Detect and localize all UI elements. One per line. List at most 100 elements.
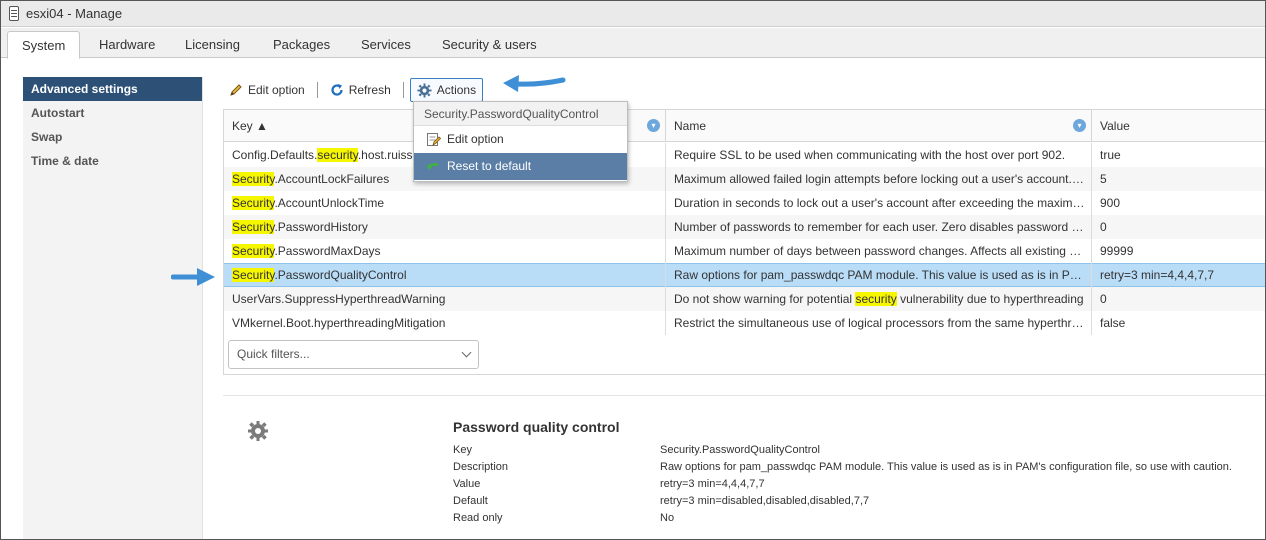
search-highlight: Security bbox=[232, 196, 275, 210]
key-cell: Security.AccountUnlockTime bbox=[224, 191, 666, 215]
name-cell: Number of passwords to remember for each… bbox=[666, 215, 1092, 239]
sidebar-item-swap[interactable]: Swap bbox=[23, 125, 202, 149]
menu-item-edit-option[interactable]: Edit option bbox=[414, 126, 627, 153]
table-row[interactable]: Security.AccountUnlockTime Duration in s… bbox=[224, 191, 1265, 215]
name-text: Require SSL to be used when communicatin… bbox=[674, 148, 1066, 162]
quick-filters-label: Quick filters... bbox=[237, 347, 310, 361]
detail-value: No bbox=[660, 512, 675, 524]
key-text: .AccountLockFailures bbox=[274, 172, 390, 186]
sidebar-item-advanced-settings[interactable]: Advanced settings bbox=[23, 77, 202, 101]
table-row[interactable]: Security.AccountLockFailures Maximum all… bbox=[224, 167, 1265, 191]
table-row-selected[interactable]: Security.PasswordQualityControl Raw opti… bbox=[224, 263, 1265, 287]
filter-icon[interactable]: ▾ bbox=[1073, 119, 1086, 132]
tab-licensing[interactable]: Licensing bbox=[171, 31, 254, 58]
table-row[interactable]: Config.Defaults.security.host.ruissl Req… bbox=[224, 143, 1265, 167]
name-text: Do not show warning for potential bbox=[674, 292, 856, 306]
column-header-value[interactable]: Value bbox=[1092, 110, 1265, 142]
edit-option-label: Edit option bbox=[248, 83, 305, 97]
detail-value: retry=3 min=4,4,4,7,7 bbox=[660, 478, 765, 490]
menu-item-reset-to-default[interactable]: Reset to default bbox=[414, 153, 627, 180]
name-text: Raw options for pam_passwdqc PAM module.… bbox=[674, 268, 1082, 282]
value-cell: 5 bbox=[1100, 172, 1107, 186]
detail-label: Read only bbox=[453, 512, 503, 524]
name-text: Duration in seconds to lock out a user's… bbox=[674, 196, 1085, 210]
value-cell: 99999 bbox=[1100, 244, 1134, 258]
table-row[interactable]: Security.PasswordHistory Number of passw… bbox=[224, 215, 1265, 239]
name-cell: Raw options for pam_passwdqc PAM module.… bbox=[666, 263, 1092, 287]
value-cell: 0 bbox=[1100, 220, 1107, 234]
name-cell: Restrict the simultaneous use of logical… bbox=[666, 311, 1092, 335]
table-row[interactable]: VMkernel.Boot.hyperthreadingMitigation R… bbox=[224, 311, 1265, 335]
key-text: UserVars.SuppressHyperthreadWarning bbox=[232, 292, 446, 306]
value-cell: 900 bbox=[1100, 196, 1121, 210]
key-cell: UserVars.SuppressHyperthreadWarning bbox=[224, 287, 666, 311]
sidebar-item-autostart[interactable]: Autostart bbox=[23, 101, 202, 125]
value-cell: retry=3 min=4,4,4,7,7 bbox=[1100, 268, 1215, 282]
reset-icon bbox=[426, 163, 439, 170]
pencil-icon bbox=[230, 84, 242, 96]
key-cell: Security.PasswordQualityControl bbox=[224, 263, 666, 287]
refresh-icon bbox=[331, 84, 343, 96]
tab-bar: System Hardware Licensing Packages Servi… bbox=[1, 28, 1265, 59]
name-cell: Require SSL to be used when communicatin… bbox=[666, 143, 1092, 167]
refresh-button[interactable]: Refresh bbox=[324, 78, 397, 102]
key-cell: Security.PasswordHistory bbox=[224, 215, 666, 239]
tab-hardware[interactable]: Hardware bbox=[85, 31, 169, 58]
edit-option-button[interactable]: Edit option bbox=[223, 78, 311, 102]
name-cell: Maximum number of days between password … bbox=[666, 239, 1092, 263]
name-cell: Maximum allowed failed login attempts be… bbox=[666, 167, 1092, 191]
value-cell: true bbox=[1100, 148, 1121, 162]
tab-security-users[interactable]: Security & users bbox=[428, 31, 551, 58]
detail-label: Key bbox=[453, 444, 472, 456]
key-text: .PasswordQualityControl bbox=[274, 268, 407, 282]
search-highlight: Security bbox=[232, 220, 275, 234]
column-header-name-label: Name bbox=[674, 119, 707, 133]
name-cell: Duration in seconds to lock out a user's… bbox=[666, 191, 1092, 215]
detail-value: Security.PasswordQualityControl bbox=[660, 444, 820, 456]
column-header-name[interactable]: Name ▾ bbox=[666, 110, 1092, 142]
app-window: esxi04 - Manage System Hardware Licensin… bbox=[0, 0, 1266, 540]
edit-note-icon bbox=[427, 133, 441, 146]
column-header-value-label: Value bbox=[1100, 119, 1130, 133]
table-row[interactable]: UserVars.SuppressHyperthreadWarning Do n… bbox=[224, 287, 1265, 311]
toolbar-divider bbox=[402, 82, 404, 98]
key-text: .PasswordHistory bbox=[274, 220, 368, 234]
name-text: Maximum number of days between password … bbox=[674, 244, 1082, 258]
grid-header: Key ▲ ▾ Name ▾ Value bbox=[224, 110, 1265, 142]
name-cell: Do not show warning for potential securi… bbox=[666, 287, 1092, 311]
chevron-down-icon bbox=[461, 347, 472, 358]
annotation-arrow-icon bbox=[503, 75, 566, 92]
filter-icon[interactable]: ▾ bbox=[647, 119, 660, 132]
search-highlight: Security bbox=[232, 172, 275, 186]
name-text: vulnerability due to hyperthreading bbox=[896, 292, 1084, 306]
key-text: .PasswordMaxDays bbox=[274, 244, 381, 258]
name-text: Maximum allowed failed login attempts be… bbox=[674, 172, 1084, 186]
sidebar-item-time-date[interactable]: Time & date bbox=[23, 149, 202, 173]
tab-services[interactable]: Services bbox=[347, 31, 425, 58]
menu-item-label: Reset to default bbox=[447, 159, 532, 173]
toolbar-divider bbox=[316, 82, 318, 98]
key-text: Config.Defaults. bbox=[232, 148, 318, 162]
menu-title: Security.PasswordQualityControl bbox=[414, 102, 627, 126]
toolbar: Edit option Refresh Actions bbox=[223, 77, 484, 103]
search-highlight: security bbox=[317, 148, 358, 162]
refresh-label: Refresh bbox=[348, 83, 391, 97]
tab-system[interactable]: System bbox=[7, 31, 81, 59]
tab-packages[interactable]: Packages bbox=[259, 31, 344, 58]
quick-filters-select[interactable]: Quick filters... bbox=[228, 340, 479, 369]
value-cell: false bbox=[1100, 316, 1126, 330]
actions-menu: Security.PasswordQualityControl Edit opt… bbox=[413, 101, 628, 182]
value-cell: 0 bbox=[1100, 292, 1107, 306]
detail-label: Value bbox=[453, 478, 481, 490]
actions-button[interactable]: Actions bbox=[409, 78, 484, 102]
name-text: Restrict the simultaneous use of logical… bbox=[674, 316, 1084, 330]
table-row[interactable]: Security.PasswordMaxDays Maximum number … bbox=[224, 239, 1265, 263]
detail-value: retry=3 min=disabled,disabled,disabled,7… bbox=[660, 495, 870, 507]
settings-grid: Key ▲ ▾ Name ▾ Value Config.Defaults.sec… bbox=[223, 109, 1265, 375]
details-title: Password quality control bbox=[453, 419, 620, 435]
detail-value: Raw options for pam_passwdqc PAM module.… bbox=[660, 461, 1232, 473]
key-text: VMkernel.Boot.hyperthreadingMitigation bbox=[232, 316, 446, 330]
annotation-arrow-icon bbox=[171, 268, 215, 286]
actions-label: Actions bbox=[436, 83, 477, 97]
key-cell: Security.PasswordMaxDays bbox=[224, 239, 666, 263]
